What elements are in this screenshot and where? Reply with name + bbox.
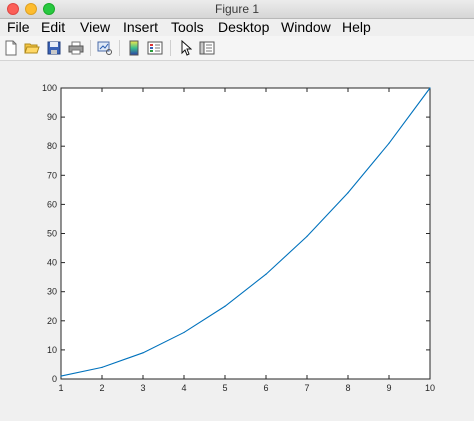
y-tick-label-70: 70 (47, 170, 57, 180)
y-tick-label-50: 50 (47, 229, 57, 239)
figure-toolbar (0, 36, 474, 61)
new-figure-icon[interactable] (2, 39, 20, 57)
legend-icon[interactable] (146, 39, 164, 57)
line-chart[interactable]: 0 10 20 30 40 50 60 70 80 90 100 1 2 3 4 5 6 7 8 9 10 (0, 61, 474, 416)
window-titlebar: Figure 1 (0, 0, 474, 19)
open-file-icon[interactable] (23, 39, 41, 57)
data-point-1 (60, 375, 62, 377)
data-point-3 (142, 352, 144, 354)
x-tick-label-8: 8 (345, 383, 350, 393)
data-point-6 (265, 273, 267, 275)
x-tick-label-5: 5 (222, 383, 227, 393)
y-tick-label-80: 80 (47, 141, 57, 151)
x-tick-label-9: 9 (386, 383, 391, 393)
axes-plot-area[interactable] (60, 87, 431, 380)
menu-view[interactable]: View (80, 19, 110, 36)
data-point-4 (183, 331, 185, 334)
figure-canvas: 0 10 20 30 40 50 60 70 80 90 100 1 2 3 4 5 6 7 8 9 10 (0, 61, 474, 416)
y-tick-label-10: 10 (47, 345, 57, 355)
data-point-9 (388, 142, 390, 144)
x-tick-label-3: 3 (140, 383, 145, 393)
window-title: Figure 1 (214, 2, 260, 16)
menu-tools[interactable]: Tools (171, 19, 204, 36)
print-icon[interactable] (67, 39, 85, 57)
data-point-2 (101, 366, 103, 368)
y-tick-label-20: 20 (47, 316, 57, 326)
colorbar-icon[interactable] (125, 39, 143, 57)
edit-plot-arrow-icon[interactable] (177, 39, 195, 57)
x-tick-label-4: 4 (181, 383, 186, 393)
menu-edit[interactable]: Edit (41, 19, 65, 36)
data-point-8 (347, 192, 349, 194)
y-tick-label-100: 100 (42, 83, 57, 93)
x-tick-label-7: 7 (304, 383, 309, 393)
menu-bar: File Edit View Insert Tools Desktop Wind… (0, 19, 474, 36)
save-icon[interactable] (45, 39, 63, 57)
y-tick-label-0: 0 (52, 374, 57, 384)
menu-desktop[interactable]: Desktop (218, 19, 269, 36)
toolbar-separator (119, 40, 120, 56)
link-plot-icon[interactable] (96, 39, 114, 57)
x-tick-label-6: 6 (263, 383, 268, 393)
y-tick-label-30: 30 (47, 287, 57, 297)
y-tick-label-60: 60 (47, 199, 57, 209)
toolbar-separator (170, 40, 171, 56)
menu-file[interactable]: File (7, 19, 30, 36)
x-tick-label-1: 1 (58, 383, 63, 393)
menu-help[interactable]: Help (342, 19, 371, 36)
data-point-10 (429, 87, 431, 89)
menu-insert[interactable]: Insert (123, 19, 158, 36)
x-tick-label-10: 10 (425, 383, 435, 393)
y-tick-label-40: 40 (47, 258, 57, 268)
x-tick-label-2: 2 (99, 383, 104, 393)
property-inspector-icon[interactable] (198, 39, 216, 57)
data-point-5 (224, 305, 226, 307)
y-tick-label-90: 90 (47, 112, 57, 122)
menu-window[interactable]: Window (281, 19, 331, 36)
data-point-7 (306, 235, 308, 238)
toolbar-separator (90, 40, 91, 56)
